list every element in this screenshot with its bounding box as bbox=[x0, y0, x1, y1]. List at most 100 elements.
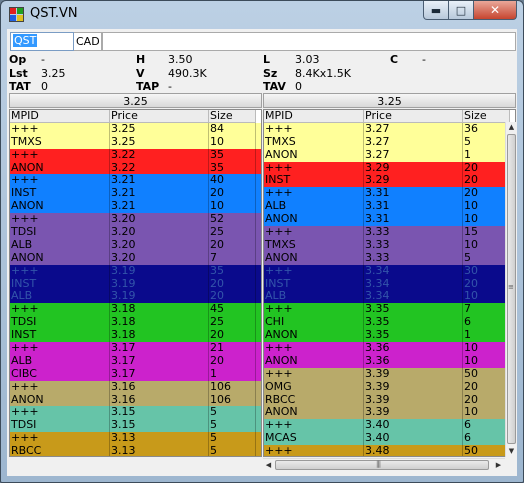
maximize-button[interactable]: □ bbox=[449, 1, 474, 20]
bid-row[interactable]: INST 3.18 20 bbox=[10, 329, 261, 343]
bid-row[interactable]: +++ 3.20 52 bbox=[10, 213, 261, 227]
column-header-mpid[interactable]: MPID bbox=[264, 110, 364, 123]
ask-mpid-cell: INST bbox=[264, 277, 364, 291]
ask-row[interactable]: ANON 3.31 10 bbox=[264, 213, 515, 227]
ask-vertical-scrollbar[interactable]: ▲ ≡ ▼ bbox=[505, 122, 516, 457]
column-header-mpid[interactable]: MPID bbox=[10, 110, 110, 123]
ask-row[interactable]: +++ 3.33 15 bbox=[264, 226, 515, 239]
bid-row[interactable]: ANON 3.22 35 bbox=[10, 161, 261, 175]
info-field[interactable] bbox=[102, 32, 516, 51]
size-value: 8.4Kx1.5K bbox=[295, 67, 351, 80]
bid-size-cell: 106 bbox=[209, 380, 256, 394]
bid-price-cell: 3.18 bbox=[110, 329, 209, 343]
bid-row[interactable]: +++ 3.25 84 bbox=[10, 122, 261, 136]
column-header-price[interactable]: Price bbox=[364, 110, 463, 123]
ask-row[interactable]: +++ 3.48 50 bbox=[264, 445, 515, 456]
bid-row[interactable]: +++ 3.16 106 bbox=[10, 380, 261, 394]
ask-row[interactable]: +++ 3.35 7 bbox=[264, 303, 515, 317]
bid-row[interactable]: ALB 3.20 20 bbox=[10, 238, 261, 252]
bid-row[interactable]: INST 3.19 20 bbox=[10, 277, 261, 291]
ask-size-cell: 7 bbox=[463, 303, 510, 317]
bid-mpid-cell: +++ bbox=[10, 264, 110, 278]
close-button[interactable]: ✕ bbox=[474, 1, 517, 20]
ask-row[interactable]: +++ 3.29 20 bbox=[264, 161, 515, 175]
column-header-size[interactable]: Size bbox=[463, 110, 510, 123]
bid-row[interactable]: +++ 3.17 21 bbox=[10, 342, 261, 355]
bid-row[interactable]: INST 3.21 20 bbox=[10, 187, 261, 201]
bid-row[interactable]: CIBC 3.17 1 bbox=[10, 367, 261, 381]
close-label: C bbox=[390, 53, 399, 66]
ask-row[interactable]: ANON 3.27 1 bbox=[264, 148, 515, 162]
column-header-price[interactable]: Price bbox=[110, 110, 209, 123]
bid-size-cell: 10 bbox=[209, 135, 256, 149]
op-label: Op bbox=[9, 53, 27, 66]
ask-row[interactable]: MCAS 3.40 6 bbox=[264, 432, 515, 446]
bid-row[interactable]: ANON 3.21 10 bbox=[10, 200, 261, 214]
ask-row[interactable]: +++ 3.39 50 bbox=[264, 367, 515, 381]
ask-row[interactable]: TMXS 3.27 5 bbox=[264, 135, 515, 149]
close-icon: ✕ bbox=[489, 3, 501, 17]
bid-row[interactable]: RBCC 3.13 5 bbox=[10, 445, 261, 456]
ask-row[interactable]: ALB 3.34 10 bbox=[264, 290, 515, 304]
ask-row[interactable]: OMG 3.39 20 bbox=[264, 380, 515, 394]
ask-price-cell: 3.39 bbox=[364, 393, 463, 407]
bid-size-cell: 21 bbox=[209, 342, 256, 355]
ask-mpid-cell: ANON bbox=[264, 354, 364, 368]
exchange-field[interactable]: CAD bbox=[74, 32, 102, 51]
ask-mpid-cell: +++ bbox=[264, 187, 364, 201]
bid-row[interactable]: +++ 3.22 35 bbox=[10, 148, 261, 162]
bid-row[interactable]: +++ 3.21 40 bbox=[10, 174, 261, 188]
ask-row[interactable]: CHI 3.35 6 bbox=[264, 316, 515, 330]
scroll-right-icon[interactable]: ▶ bbox=[493, 460, 504, 471]
bid-row[interactable]: ANON 3.16 106 bbox=[10, 393, 261, 407]
ask-mpid-cell: +++ bbox=[264, 122, 364, 136]
bid-row[interactable]: +++ 3.19 35 bbox=[10, 264, 261, 278]
bid-price-cell: 3.20 bbox=[110, 251, 209, 265]
scroll-left-icon[interactable]: ◀ bbox=[263, 460, 274, 471]
ask-row[interactable]: ALB 3.31 10 bbox=[264, 200, 515, 214]
ask-row[interactable]: +++ 3.27 36 bbox=[264, 122, 515, 136]
bid-row[interactable]: ALB 3.17 20 bbox=[10, 354, 261, 368]
title-bar[interactable]: QST.VN ▬ □ ✕ bbox=[1, 1, 523, 28]
ask-horizontal-scrollbar[interactable]: ◀ ||| ▶ bbox=[263, 458, 505, 471]
ask-mpid-cell: RBCC bbox=[264, 393, 364, 407]
bid-row[interactable]: +++ 3.13 5 bbox=[10, 432, 261, 446]
bid-row[interactable]: +++ 3.15 5 bbox=[10, 406, 261, 420]
ask-row[interactable]: ANON 3.36 10 bbox=[264, 354, 515, 368]
ask-row[interactable]: +++ 3.36 10 bbox=[264, 342, 515, 355]
minimize-button[interactable]: ▬ bbox=[423, 1, 449, 20]
bid-row[interactable]: TDSI 3.18 25 bbox=[10, 316, 261, 330]
scroll-up-icon[interactable]: ▲ bbox=[506, 122, 517, 133]
level2-app-icon[interactable] bbox=[9, 7, 24, 22]
ask-row[interactable]: +++ 3.40 6 bbox=[264, 419, 515, 433]
bid-size-cell: 5 bbox=[209, 419, 256, 433]
ask-row[interactable]: TMXS 3.33 10 bbox=[264, 238, 515, 252]
ask-price-cell: 3.35 bbox=[364, 316, 463, 330]
scroll-down-icon[interactable]: ▼ bbox=[506, 446, 517, 457]
bid-price-header[interactable]: 3.25 bbox=[9, 93, 262, 108]
ask-row[interactable]: RBCC 3.39 20 bbox=[264, 393, 515, 407]
maximize-icon: □ bbox=[455, 3, 467, 17]
bid-row[interactable]: TDSI 3.15 5 bbox=[10, 419, 261, 433]
bid-row[interactable]: ALB 3.19 20 bbox=[10, 290, 261, 304]
ask-row[interactable]: ANON 3.35 1 bbox=[264, 329, 515, 343]
horizontal-scroll-thumb[interactable] bbox=[275, 460, 489, 470]
bid-row[interactable]: TMXS 3.25 10 bbox=[10, 135, 261, 149]
volume-label: V bbox=[136, 67, 145, 80]
column-header-size[interactable]: Size bbox=[209, 110, 256, 123]
grip-icon: ||| bbox=[376, 460, 381, 468]
ask-row[interactable]: +++ 3.31 20 bbox=[264, 187, 515, 201]
ask-row[interactable]: INST 3.29 20 bbox=[264, 174, 515, 188]
bid-size-cell: 52 bbox=[209, 213, 256, 227]
ask-row[interactable]: +++ 3.34 30 bbox=[264, 264, 515, 278]
ask-row[interactable]: ANON 3.39 10 bbox=[264, 406, 515, 420]
ask-row[interactable]: ANON 3.33 5 bbox=[264, 251, 515, 265]
bid-row[interactable]: +++ 3.18 45 bbox=[10, 303, 261, 317]
ask-size-cell: 5 bbox=[463, 251, 510, 265]
bid-row[interactable]: TDSI 3.20 25 bbox=[10, 226, 261, 239]
bid-row[interactable]: ANON 3.20 7 bbox=[10, 251, 261, 265]
ask-price-header[interactable]: 3.25 bbox=[263, 93, 516, 108]
ask-row[interactable]: INST 3.34 20 bbox=[264, 277, 515, 291]
bid-book-table: MPID Price Size +++ 3.25 84 TMXS 3.25 10 +++ 3.22 3… bbox=[9, 109, 262, 457]
symbol-input[interactable]: QST bbox=[10, 32, 74, 51]
